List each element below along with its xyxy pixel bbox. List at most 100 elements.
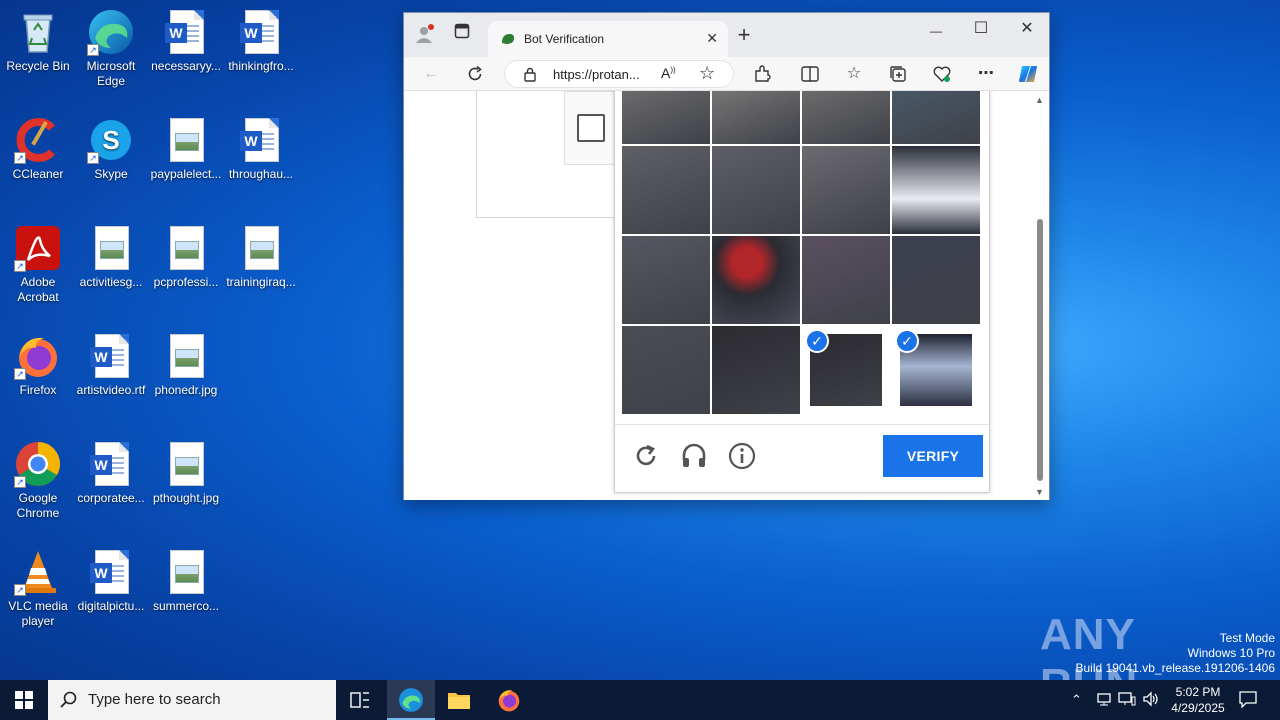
desktop-icon-label: trainingiraq... — [226, 275, 296, 289]
site-favicon-icon — [500, 31, 516, 50]
build-text: Build 19041.vb_release.191206-1406 — [1075, 661, 1276, 675]
audio-headphones-icon[interactable] — [679, 441, 709, 471]
chrome-icon: ↗ — [14, 440, 62, 488]
captcha-tile[interactable] — [712, 236, 800, 324]
tray-clock[interactable]: 5:02 PM 4/29/2025 — [1168, 684, 1228, 716]
scroll-down-arrow-icon[interactable]: ▼ — [1035, 487, 1044, 497]
start-button[interactable] — [0, 680, 48, 720]
desktop-icon-firefox[interactable]: ↗ Firefox — [0, 332, 76, 398]
desktop-icon-summerco[interactable]: summerco... — [148, 548, 224, 614]
back-icon[interactable]: ← — [419, 62, 443, 86]
captcha-tile[interactable] — [802, 91, 890, 144]
tray-network-icon[interactable] — [1096, 691, 1112, 710]
minimize-button[interactable]: — — [924, 19, 948, 43]
desktop-icon-paypalelect[interactable]: paypalelect... — [148, 116, 224, 182]
desktop-icon-trainingiraq[interactable]: trainingiraq... — [223, 224, 299, 290]
captcha-checkbox[interactable] — [577, 114, 605, 142]
desktop-icon-digitalpictu[interactable]: W digitalpictu... — [73, 548, 149, 614]
captcha-tile[interactable] — [712, 326, 800, 414]
edge-icon: ↗ — [87, 8, 135, 56]
word-document-icon: W — [237, 116, 285, 164]
shortcut-arrow-icon: ↗ — [14, 476, 26, 488]
desktop-icon-label: digitalpictu... — [77, 599, 145, 613]
verify-button[interactable]: VERIFY — [883, 435, 983, 477]
desktop-icon-label: phonedr.jpg — [154, 383, 218, 397]
more-options-icon[interactable]: ⋯ — [974, 62, 998, 86]
tray-volume-icon[interactable] — [1142, 691, 1160, 710]
captcha-tile[interactable]: ✓ — [895, 329, 972, 406]
desktop-icon-activitiesg[interactable]: activitiesg... — [73, 224, 149, 290]
captcha-tile[interactable] — [622, 326, 710, 414]
read-aloud-icon[interactable]: A)) — [661, 65, 676, 81]
captcha-tile[interactable] — [622, 236, 710, 324]
shortcut-arrow-icon: ↗ — [14, 584, 26, 596]
scrollbar-thumb[interactable] — [1037, 219, 1043, 481]
shortcut-arrow-icon: ↗ — [14, 368, 26, 380]
desktop-icon-edge[interactable]: ↗ Microsoft Edge — [73, 8, 149, 89]
desktop-icon-chrome[interactable]: ↗ Google Chrome — [0, 440, 76, 521]
captcha-footer: VERIFY — [615, 424, 989, 492]
captcha-tile[interactable] — [802, 146, 890, 234]
desktop-icon-artistvideo[interactable]: W artistvideo.rtf — [73, 332, 149, 398]
extensions-icon[interactable] — [750, 62, 774, 86]
desktop-icon-pthought[interactable]: pthought.jpg — [148, 440, 224, 506]
captcha-tile[interactable] — [892, 236, 980, 324]
desktop-icon-skype[interactable]: S ↗ Skype — [73, 116, 149, 182]
desktop-icon-recycle-bin[interactable]: Recycle Bin — [0, 8, 76, 74]
address-bar[interactable]: https://protan... A)) ☆ — [504, 60, 734, 88]
refresh-icon[interactable] — [463, 62, 487, 86]
desktop-icon-vlc[interactable]: ↗ VLC media player — [0, 548, 76, 629]
tile-selected-check-icon: ✓ — [805, 329, 829, 353]
favorites-icon[interactable]: ☆ — [842, 62, 866, 86]
split-screen-icon[interactable] — [798, 62, 822, 86]
word-document-icon: W — [237, 8, 285, 56]
image-file-icon — [87, 224, 135, 272]
desktop-icon-ccleaner[interactable]: ↗ CCleaner — [0, 116, 76, 182]
desktop-icon-pcprofessi[interactable]: pcprofessi... — [148, 224, 224, 290]
captcha-tile[interactable] — [622, 146, 710, 234]
taskbar-search-box[interactable]: Type here to search — [48, 680, 336, 720]
scroll-up-arrow-icon[interactable]: ▲ — [1035, 95, 1044, 105]
copilot-icon[interactable] — [1016, 62, 1040, 86]
captcha-tile[interactable] — [712, 91, 800, 144]
page-scrollbar[interactable]: ▲ ▼ — [1035, 95, 1045, 497]
reload-icon[interactable] — [631, 441, 661, 471]
lock-icon — [523, 67, 537, 85]
desktop-icon-necessaryy[interactable]: W necessaryy... — [148, 8, 224, 74]
captcha-checkbox-container — [564, 91, 616, 165]
image-file-icon — [162, 332, 210, 380]
close-button[interactable]: ✕ — [1015, 17, 1039, 41]
browser-essentials-icon[interactable] — [930, 62, 954, 86]
collections-icon[interactable] — [886, 62, 910, 86]
new-tab-button[interactable]: + — [732, 23, 756, 47]
desktop-icon-corporatee[interactable]: W corporatee... — [73, 440, 149, 506]
notification-center-icon[interactable] — [1238, 690, 1258, 711]
tray-monitor-icon[interactable] — [1118, 691, 1136, 710]
desktop-icon-phonedr[interactable]: phonedr.jpg — [148, 332, 224, 398]
captcha-tile[interactable] — [802, 236, 890, 324]
desktop-icon-acrobat[interactable]: ↗ Adobe Acrobat — [0, 224, 76, 305]
tab-close-icon[interactable]: ✕ — [706, 30, 718, 47]
desktop-icon-throughau[interactable]: W throughau... — [223, 116, 299, 182]
captcha-tile[interactable] — [892, 91, 980, 144]
taskbar-edge-button[interactable] — [387, 680, 435, 720]
tab-actions-icon[interactable] — [450, 23, 474, 47]
favorite-star-icon[interactable]: ☆ — [699, 63, 715, 84]
taskbar-file-explorer-button[interactable] — [435, 680, 483, 720]
desktop-icon-thinkingfro[interactable]: W thinkingfro... — [223, 8, 299, 74]
captcha-tile[interactable] — [622, 91, 710, 144]
svg-text:S: S — [102, 125, 119, 155]
taskbar-firefox-button[interactable] — [485, 680, 533, 720]
desktop-icon-label: Firefox — [19, 383, 57, 397]
task-view-button[interactable] — [336, 680, 384, 720]
captcha-tile[interactable]: ✓ — [805, 329, 882, 406]
captcha-tile[interactable] — [712, 146, 800, 234]
browser-tab-active[interactable]: Bot Verification ✕ — [488, 21, 728, 57]
profile-avatar-icon[interactable] — [412, 23, 436, 47]
desktop-icon-label: Recycle Bin — [6, 59, 70, 73]
info-icon[interactable] — [727, 441, 757, 471]
shortcut-arrow-icon: ↗ — [14, 260, 26, 272]
tray-chevron-icon[interactable]: ⌃ — [1071, 692, 1082, 708]
maximize-button[interactable]: ☐ — [969, 17, 993, 41]
captcha-tile[interactable] — [892, 146, 980, 234]
